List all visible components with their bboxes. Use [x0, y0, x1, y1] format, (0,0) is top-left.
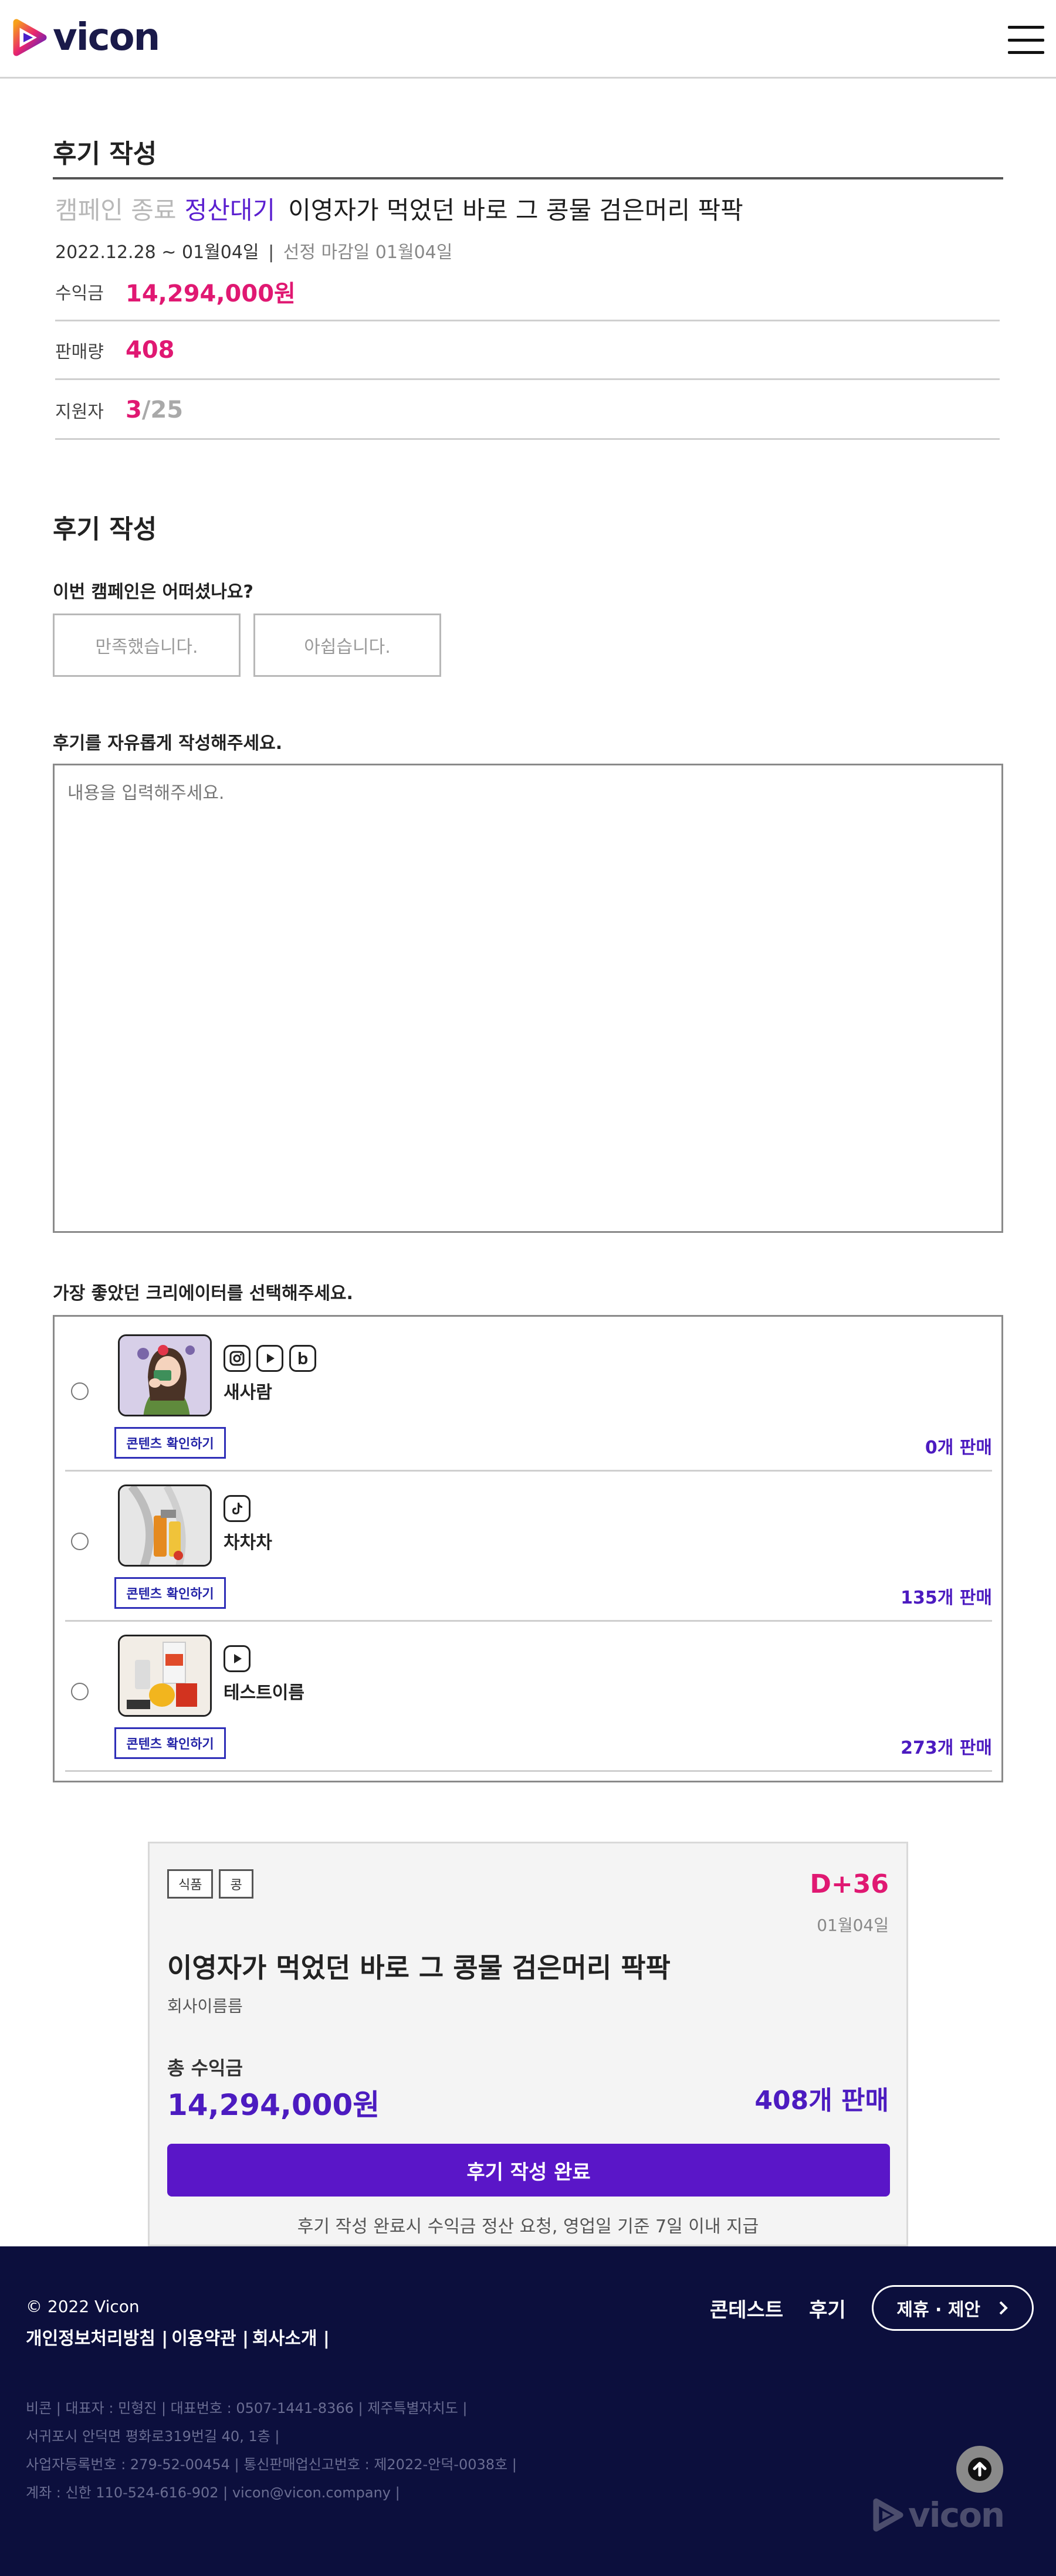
creator-platforms [224, 1495, 251, 1522]
creator-radio[interactable] [71, 1533, 89, 1550]
creator-select-label: 가장 좋았던 크리에이터를 선택해주세요. [53, 1283, 353, 1304]
satisfaction-question: 이번 캠페인은 어떠셨나요? [53, 582, 253, 602]
card-title: 이영자가 먹었던 바로 그 콩물 검은머리 팍팍 [167, 1952, 671, 1984]
creator-thumbnail [118, 1334, 212, 1416]
creator-radio[interactable] [71, 1683, 89, 1700]
info-line: 비콘 | 대표자 : 민형진 | 대표번호 : 0507-1441-8366 |… [26, 2400, 468, 2416]
nav-review-link[interactable]: 후기 [809, 2294, 846, 2323]
category-tag: 식품 [167, 1869, 214, 1899]
card-date: 01월04일 [817, 1916, 889, 1935]
campaign-summary-card: 식품 콩 D+36 01월04일 이영자가 먹었던 바로 그 콩물 검은머리 팍… [148, 1842, 908, 2246]
policy-links: 개인정보처리방침 | 이용약관 | 회사소개 | [26, 2324, 330, 2350]
content-check-button[interactable]: 콘텐츠 확인하기 [114, 1577, 226, 1609]
creator-platforms [224, 1345, 316, 1372]
stat-value: 3/25 [126, 396, 183, 423]
company-name: 회사이름름 [167, 1997, 243, 2016]
partnership-label: 제휴 · 제안 [896, 2300, 981, 2320]
footer-logo: vicon [873, 2495, 1005, 2535]
stat-label: 지원자 [55, 401, 104, 422]
vicon-logo-icon [13, 19, 47, 56]
chevron-right-icon [999, 2301, 1008, 2315]
stat-revenue: 수익금 14,294,000원 [55, 263, 1000, 321]
category-tag: 콩 [219, 1869, 253, 1899]
info-line: 사업자등록번호 : 279-52-00454 | 통신판매업신고번호 : 제20… [26, 2456, 517, 2473]
status-ended-badge: 캠페인 종료 [55, 196, 177, 225]
period-text: 2022.12.28 ~ 01월04일 [55, 242, 259, 263]
creator-row: 테스트이름 콘텐츠 확인하기 273개 판매 [65, 1622, 992, 1772]
campaign-heading: 캠페인 종료 정산대기 이영자가 먹었던 바로 그 콩물 검은머리 팍팍 [55, 191, 743, 226]
creator-row: 차차차 콘텐츠 확인하기 135개 판매 [65, 1472, 992, 1622]
content-check-button[interactable]: 콘텐츠 확인하기 [114, 1427, 226, 1459]
creator-thumbnail [118, 1635, 212, 1717]
copyright: © 2022 Vicon [26, 2297, 140, 2316]
creator-name: 차차차 [224, 1533, 272, 1553]
total-revenue-value: 14,294,000원 [167, 2088, 380, 2122]
dday-badge: D+36 [810, 1869, 889, 1899]
hamburger-menu-icon[interactable] [1008, 26, 1044, 54]
creator-name: 새사람 [224, 1382, 272, 1403]
category-tags: 식품 콩 [167, 1869, 253, 1899]
creator-row: 새사람 콘텐츠 확인하기 0개 판매 [65, 1321, 992, 1472]
terms-link[interactable]: 이용약관 | [171, 2324, 249, 2350]
tiktok-icon[interactable] [224, 1495, 251, 1522]
stat-value: 14,294,000원 [126, 280, 296, 307]
info-line: 서귀포시 안덕면 평화로319번길 40, 1층 | [26, 2428, 280, 2445]
unsatisfied-button[interactable]: 아쉽습니다. [253, 614, 441, 677]
period-separator: | [268, 242, 275, 263]
company-info: 비콘 | 대표자 : 민형진 | 대표번호 : 0507-1441-8366 |… [26, 2394, 517, 2507]
campaign-title: 이영자가 먹었던 바로 그 콩물 검은머리 팍팍 [288, 196, 743, 225]
divider [53, 177, 1003, 179]
applicants-total: /25 [141, 396, 184, 423]
instagram-icon[interactable] [224, 1345, 251, 1372]
arrow-up-icon [968, 2458, 991, 2481]
footer-nav: 콘테스트 후기 제휴 · 제안 [710, 2285, 1034, 2331]
creator-sales: 273개 판매 [901, 1738, 992, 1758]
privacy-policy-link[interactable]: 개인정보처리방침 | [26, 2324, 168, 2350]
campaign-period: 2022.12.28 ~ 01월04일 | 선정 마감일 01월04일 [55, 238, 452, 263]
settlement-notice: 후기 작성 완료시 수익금 정산 요청, 영업일 기준 7일 이내 지급 [297, 2216, 759, 2237]
review-section-title: 후기 작성 [53, 514, 157, 544]
logo-text: vicon [53, 16, 160, 59]
site-logo[interactable]: vicon [13, 16, 160, 59]
satisfied-button[interactable]: 만족했습니다. [53, 614, 241, 677]
status-settle-badge: 정산대기 [184, 196, 276, 225]
blog-icon[interactable] [289, 1345, 316, 1372]
nav-contest-link[interactable]: 콘테스트 [710, 2294, 783, 2323]
vicon-logo-icon [873, 2498, 903, 2532]
youtube-icon[interactable] [256, 1345, 283, 1372]
creator-radio[interactable] [71, 1382, 89, 1400]
stat-value: 408 [126, 336, 175, 364]
stat-label: 수익금 [55, 283, 104, 304]
page-title: 후기 작성 [53, 139, 157, 169]
total-revenue-label: 총 수익금 [167, 2057, 243, 2079]
scroll-top-button[interactable] [956, 2446, 1003, 2493]
info-line: 계좌 : 신한 110-524-616-902 | vicon@vicon.co… [26, 2485, 400, 2501]
youtube-icon[interactable] [224, 1645, 251, 1672]
stat-sales: 판매량 408 [55, 321, 1000, 380]
footer-logo-text: vicon [908, 2495, 1005, 2535]
stat-applicants: 지원자 3/25 [55, 381, 1000, 440]
creator-sales: 135개 판매 [901, 1588, 992, 1608]
submit-review-button[interactable]: 후기 작성 완료 [167, 2144, 890, 2197]
creator-platforms [224, 1645, 251, 1672]
about-link[interactable]: 회사소개 | [252, 2324, 330, 2350]
creator-name: 테스트이름 [224, 1683, 304, 1703]
creator-thumbnail [118, 1484, 212, 1567]
creator-list: 새사람 콘텐츠 확인하기 0개 판매 차차차 콘텐츠 확인하기 135개 판매 [53, 1315, 1003, 1782]
review-text-label: 후기를 자유롭게 작성해주세요. [53, 733, 283, 754]
partnership-button[interactable]: 제휴 · 제안 [871, 2285, 1034, 2331]
site-header: vicon [0, 0, 1056, 79]
creator-sales: 0개 판매 [925, 1438, 992, 1458]
total-sales: 408개 판매 [754, 2086, 889, 2116]
deadline-text: 선정 마감일 01월04일 [283, 242, 453, 263]
stat-label: 판매량 [55, 341, 104, 362]
applicants-current: 3 [126, 396, 142, 423]
content-check-button[interactable]: 콘텐츠 확인하기 [114, 1727, 226, 1759]
review-textarea[interactable] [53, 764, 1003, 1233]
